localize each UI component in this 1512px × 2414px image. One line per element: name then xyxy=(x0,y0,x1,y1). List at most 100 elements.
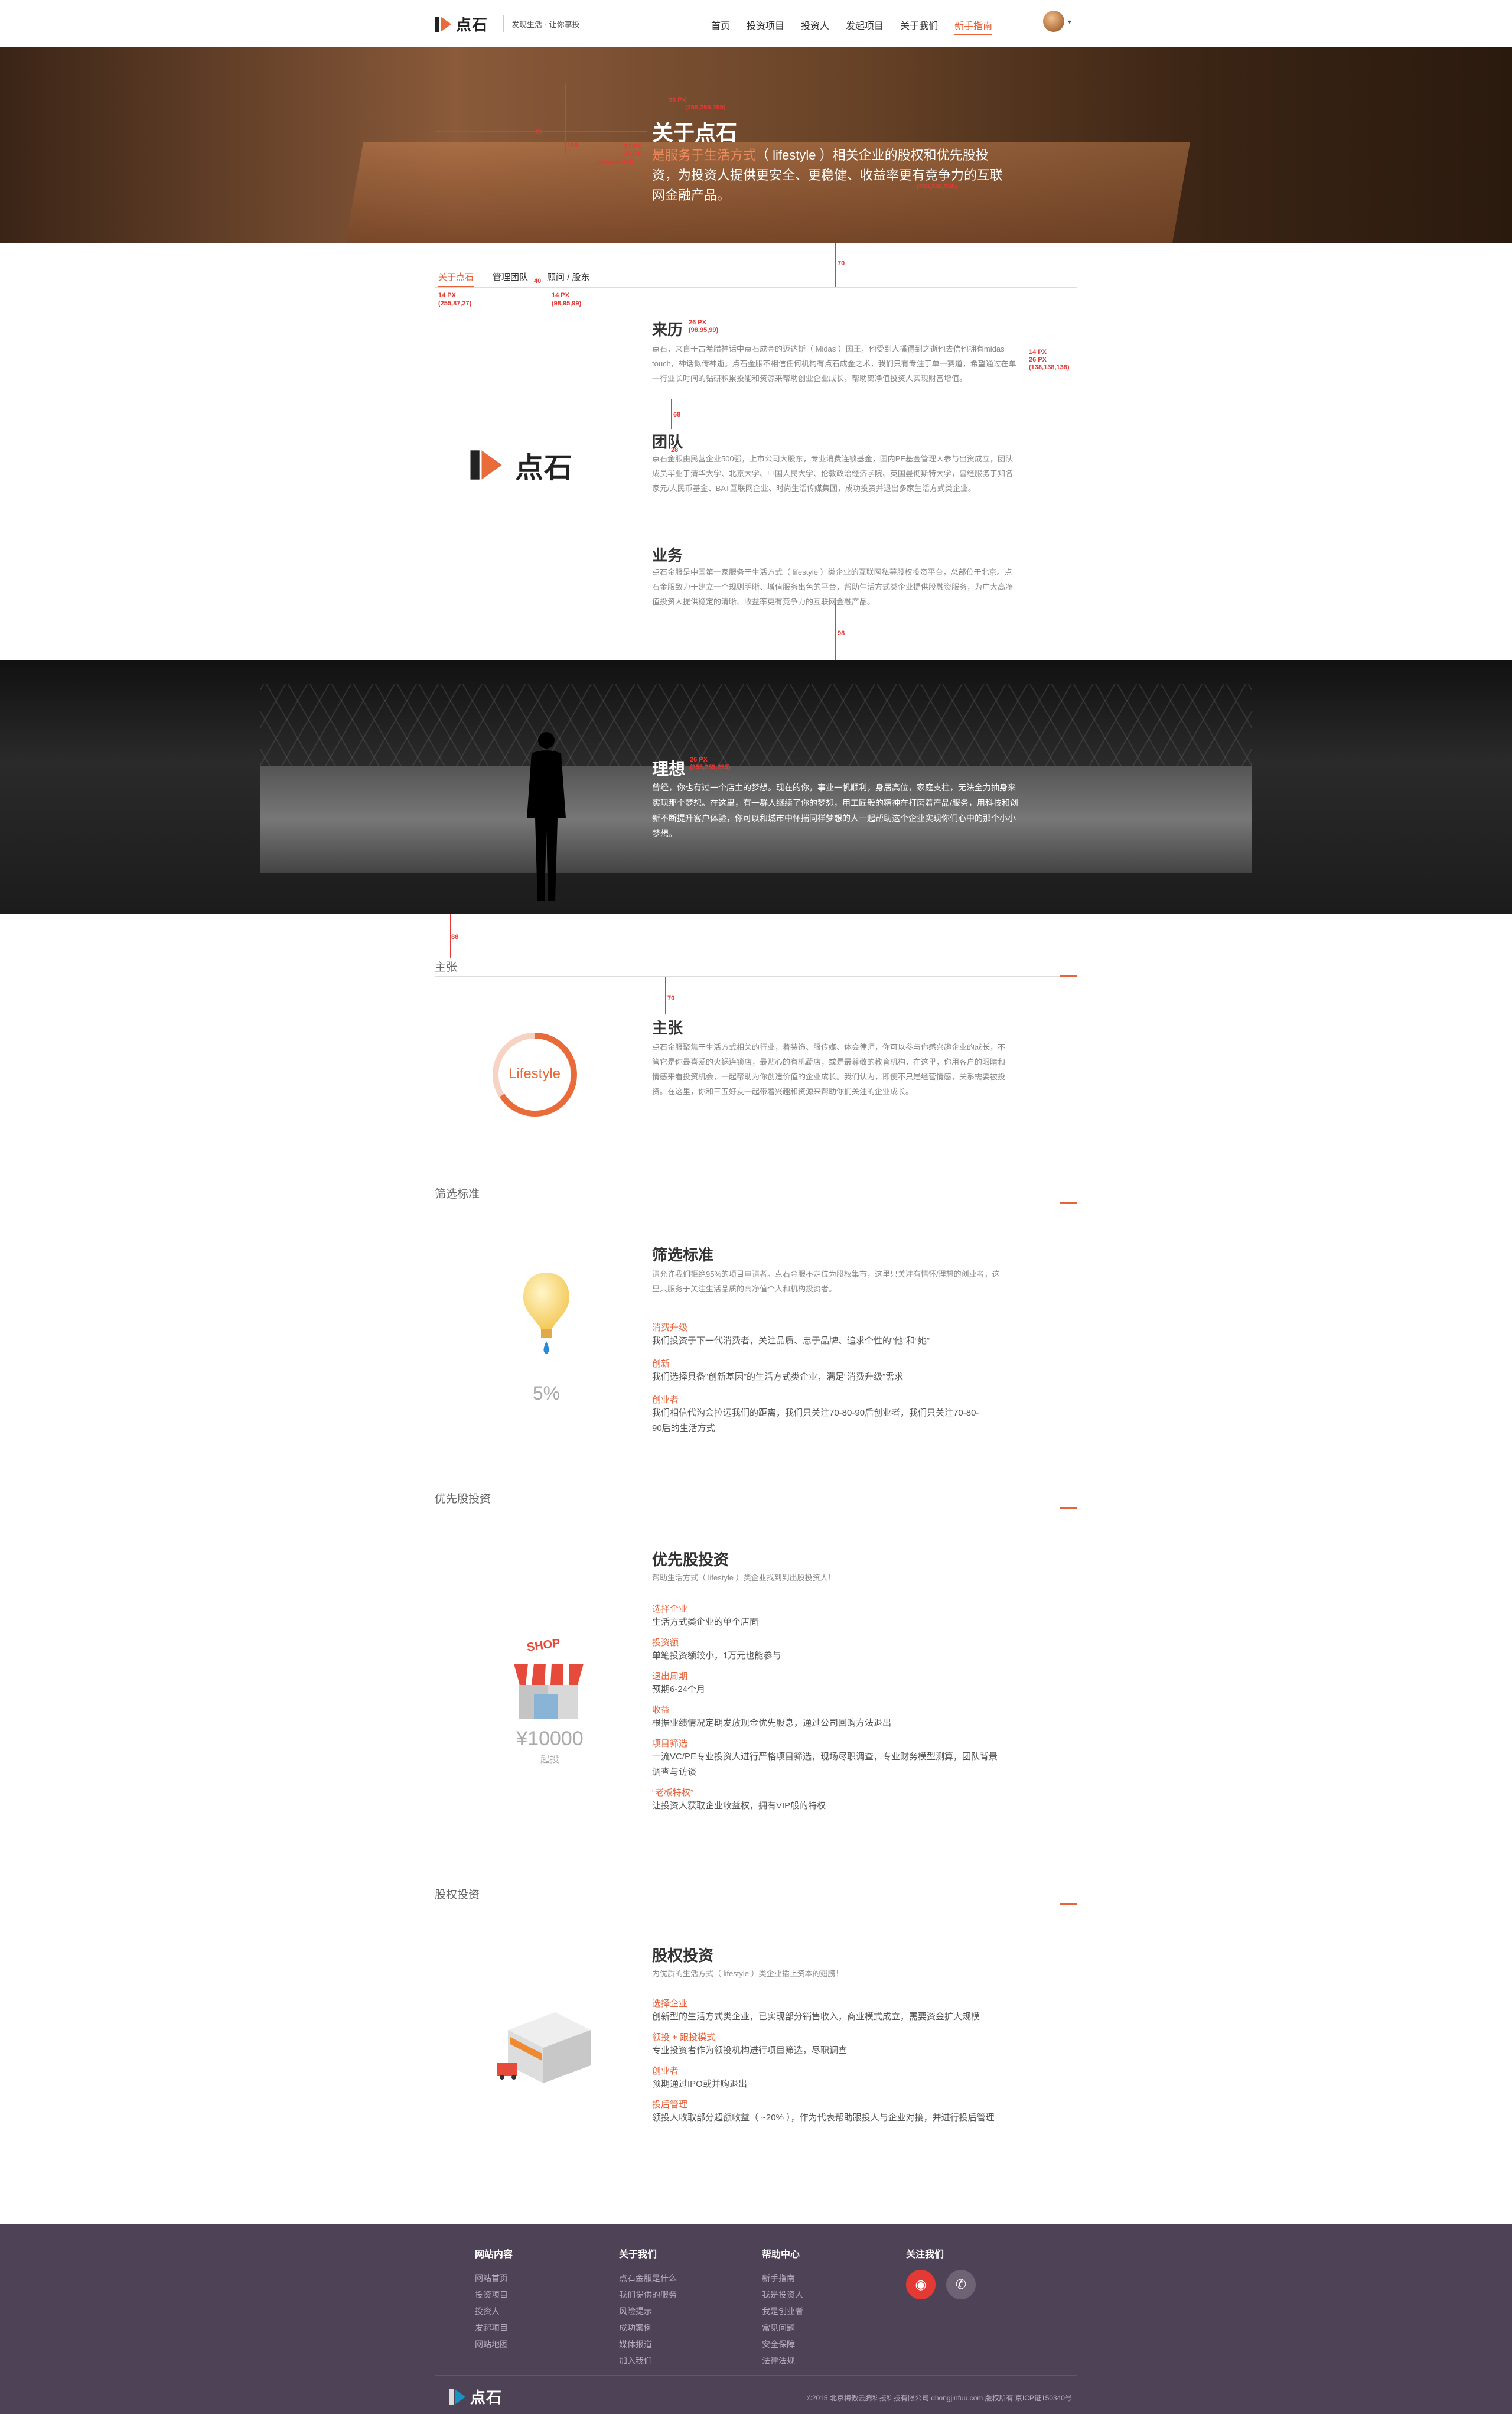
equity-item-label: 选择企业 xyxy=(652,1999,688,2009)
site-logo[interactable]: 点石 xyxy=(435,13,488,35)
about-subtabs: 关于点石 管理团队 顾问 / 股东 xyxy=(438,271,590,283)
origin-text: 点石，来自于古希腊神话中点石成金的迈达斯（ Midas ）国王，他受到人播得到之… xyxy=(652,344,1016,383)
preferred-item: 收益 根据业绩情况定期发放现金优先股息，通过公司回购方法退出 xyxy=(652,1703,1006,1731)
footer-link[interactable]: 投资人 xyxy=(475,2303,513,2319)
footer-logo[interactable]: 点石 xyxy=(449,2386,502,2408)
footer-col-follow: 关注我们 ◉ ✆ xyxy=(906,2246,976,2299)
min-amount-sub: 起投 xyxy=(540,1755,559,1765)
footer-link[interactable]: 法律法规 xyxy=(762,2353,803,2369)
spec-line xyxy=(665,977,666,1014)
subtab-underline xyxy=(438,286,474,287)
filter-item-text: 我们投资于下一代消费者，关注品质、忠于品牌、追求个性的“他”和“她” xyxy=(652,1336,930,1346)
filter-item: 创新 我们选择具备“创新基因”的生活方式类企业，满足“消费升级”需求 xyxy=(652,1357,1018,1385)
filter-item: 创业者 我们相信代沟会拉远我们的距离，我们只关注70-80-90后创业者，我们只… xyxy=(652,1393,1018,1436)
shop-icon xyxy=(514,1664,584,1719)
footer-link[interactable]: 成功案例 xyxy=(619,2319,677,2336)
footer-link[interactable]: 投资项目 xyxy=(475,2286,513,2303)
preferred-item-label: 收益 xyxy=(652,1705,670,1715)
nav-guide[interactable]: 新手指南 xyxy=(954,18,993,35)
equity-item: 领投 + 跟投模式 专业投资者作为领投机构进行项目筛选，尽职调查 xyxy=(652,2031,1018,2058)
logo-mark-icon xyxy=(435,15,452,33)
footer-col-title: 网站内容 xyxy=(475,2250,513,2260)
footer-col-title: 关注我们 xyxy=(906,2250,944,2260)
footer-link[interactable]: 风险提示 xyxy=(619,2303,677,2319)
nav-about[interactable]: 关于我们 xyxy=(900,18,938,35)
preferred-item-text: 让投资人获取企业收益权，拥有VIP般的特权 xyxy=(652,1801,826,1811)
footer-link[interactable]: 我是创业者 xyxy=(762,2303,803,2319)
footer-link[interactable]: 网站首页 xyxy=(475,2270,513,2286)
preferred-item-text: 根据业绩情况定期发放现金优先股息，通过公司回购方法退出 xyxy=(652,1718,892,1728)
spec-note: 98 xyxy=(838,630,845,637)
preferred-item-label: “老板特权” xyxy=(652,1788,693,1798)
subtab-advisors[interactable]: 顾问 / 股东 xyxy=(547,271,590,283)
footer-link[interactable]: 我们提供的服务 xyxy=(619,2286,677,2303)
filter-section-label: 筛选标准 xyxy=(435,1188,480,1201)
equity-subtitle: 为优质的生活方式（ lifestyle ）类企业插上资本的翅膀！ xyxy=(652,1969,843,1978)
nav-home[interactable]: 首页 xyxy=(711,18,730,35)
spec-note: 40 xyxy=(534,278,542,285)
nav-investors[interactable]: 投资人 xyxy=(801,18,829,35)
preferred-item: 投资额 单笔投资额较小，1万元也能参与 xyxy=(652,1636,1006,1664)
section-accent xyxy=(1060,1903,1077,1905)
footer-link[interactable]: 发起项目 xyxy=(475,2319,513,2336)
filter-item-text: 我们选择具备“创新基因”的生活方式类企业，满足“消费升级”需求 xyxy=(652,1372,903,1382)
header-divider xyxy=(503,15,504,32)
hero-text: 是服务于生活方式（ lifestyle ）相关企业的股权和优先股投资，为投资人提… xyxy=(652,145,1006,206)
footer-col-title: 帮助中心 xyxy=(762,2250,800,2260)
subtab-about[interactable]: 关于点石 xyxy=(438,271,474,283)
footer-link[interactable]: 点石金服是什么 xyxy=(619,2270,677,2286)
footer-link[interactable]: 加入我们 xyxy=(619,2353,677,2369)
spec-note: (255,255,255) xyxy=(685,104,726,111)
preferred-item: “老板特权” 让投资人获取企业收益权，拥有VIP般的特权 xyxy=(652,1786,1006,1814)
equity-item-text: 预期通过IPO或并购退出 xyxy=(652,2079,747,2089)
footer-link[interactable]: 我是投资人 xyxy=(762,2286,803,2303)
filter-title: 筛选标准 xyxy=(652,1246,714,1264)
spec-note: (255,87,27) xyxy=(438,300,472,307)
chevron-down-icon[interactable]: ▾ xyxy=(1068,18,1071,26)
equity-title: 股权投资 xyxy=(652,1947,714,1964)
equity-item-text: 创新型的生活方式类企业，已实现部分销售收入，商业模式成立，需要资金扩大规模 xyxy=(652,2012,980,2022)
filter-items: 消费升级 我们投资于下一代消费者，关注品质、忠于品牌、追求个性的“他”和“她” … xyxy=(652,1321,1018,1436)
wechat-icon[interactable]: ✆ xyxy=(946,2270,976,2299)
filter-subtitle: 请允许我们拒绝95%的项目申请者。点石金服不定位为股权集市，这里只关注有情怀/理… xyxy=(652,1270,1000,1293)
nav-projects[interactable]: 投资项目 xyxy=(747,18,784,35)
spec-note: 26 PX xyxy=(689,319,706,326)
spec-note: (255,194,54) xyxy=(597,158,634,165)
spec-note: 76 xyxy=(535,129,543,136)
spec-note: (98,95,99) xyxy=(552,300,582,307)
filter-item-label: 创业者 xyxy=(652,1395,679,1405)
spec-note: 36 PX xyxy=(669,97,686,104)
copyright-text: ©2015 北京梅傲云腾科技科技有限公司 dhongjinfuu.com 版权所… xyxy=(807,2394,1072,2402)
spec-line xyxy=(835,603,836,660)
footer-link[interactable]: 安全保障 xyxy=(762,2336,803,2353)
logo-mark-icon xyxy=(449,2388,467,2406)
hero-title: 关于点石 xyxy=(652,121,738,145)
filter-item-label: 消费升级 xyxy=(652,1323,688,1333)
spec-note: 88 xyxy=(451,933,459,941)
footer-logo-text: 点石 xyxy=(470,2389,503,2406)
filter-item-text: 我们相信代沟会拉远我们的距离，我们只关注70-80-90后创业者，我们只关注70… xyxy=(652,1408,979,1433)
user-avatar[interactable] xyxy=(1043,11,1064,32)
dream-title: 理想 xyxy=(652,760,686,778)
footer-link[interactable]: 新手指南 xyxy=(762,2270,803,2286)
spec-note: (255,255,255) xyxy=(690,764,731,771)
weibo-icon[interactable]: ◉ xyxy=(906,2270,936,2299)
footer-link[interactable]: 常见问题 xyxy=(762,2319,803,2336)
filter-percent: 5% xyxy=(532,1382,561,1404)
preferred-item-label: 选择企业 xyxy=(652,1604,688,1614)
footer-link[interactable]: 媒体报道 xyxy=(619,2336,677,2353)
claim-title: 主张 xyxy=(652,1019,683,1037)
subtab-team[interactable]: 管理团队 xyxy=(493,271,528,283)
claim-text: 点石金服聚焦于生活方式相关的行业，着装饰、服传媒、体会律师，你可以参与你感兴趣企… xyxy=(652,1043,1006,1096)
nav-launch[interactable]: 发起项目 xyxy=(846,18,884,35)
section-accent xyxy=(1060,975,1077,977)
equity-item: 创业者 预期通过IPO或并购退出 xyxy=(652,2064,1018,2092)
equity-item-text: 领投人收取部分超额收益（ ~20% ），作为代表帮助跟投人与企业对接，并进行投后… xyxy=(652,2113,995,2123)
equity-section-label: 股权投资 xyxy=(435,1889,480,1901)
filter-item-label: 创新 xyxy=(652,1359,670,1369)
footer-link[interactable]: 网站地图 xyxy=(475,2336,513,2353)
spec-line xyxy=(565,83,566,154)
equity-item: 投后管理 领投人收取部分超额收益（ ~20% ），作为代表帮助跟投人与企业对接，… xyxy=(652,2098,1018,2126)
spec-note: 108 xyxy=(567,142,578,149)
subtabs-divider xyxy=(435,287,1077,288)
